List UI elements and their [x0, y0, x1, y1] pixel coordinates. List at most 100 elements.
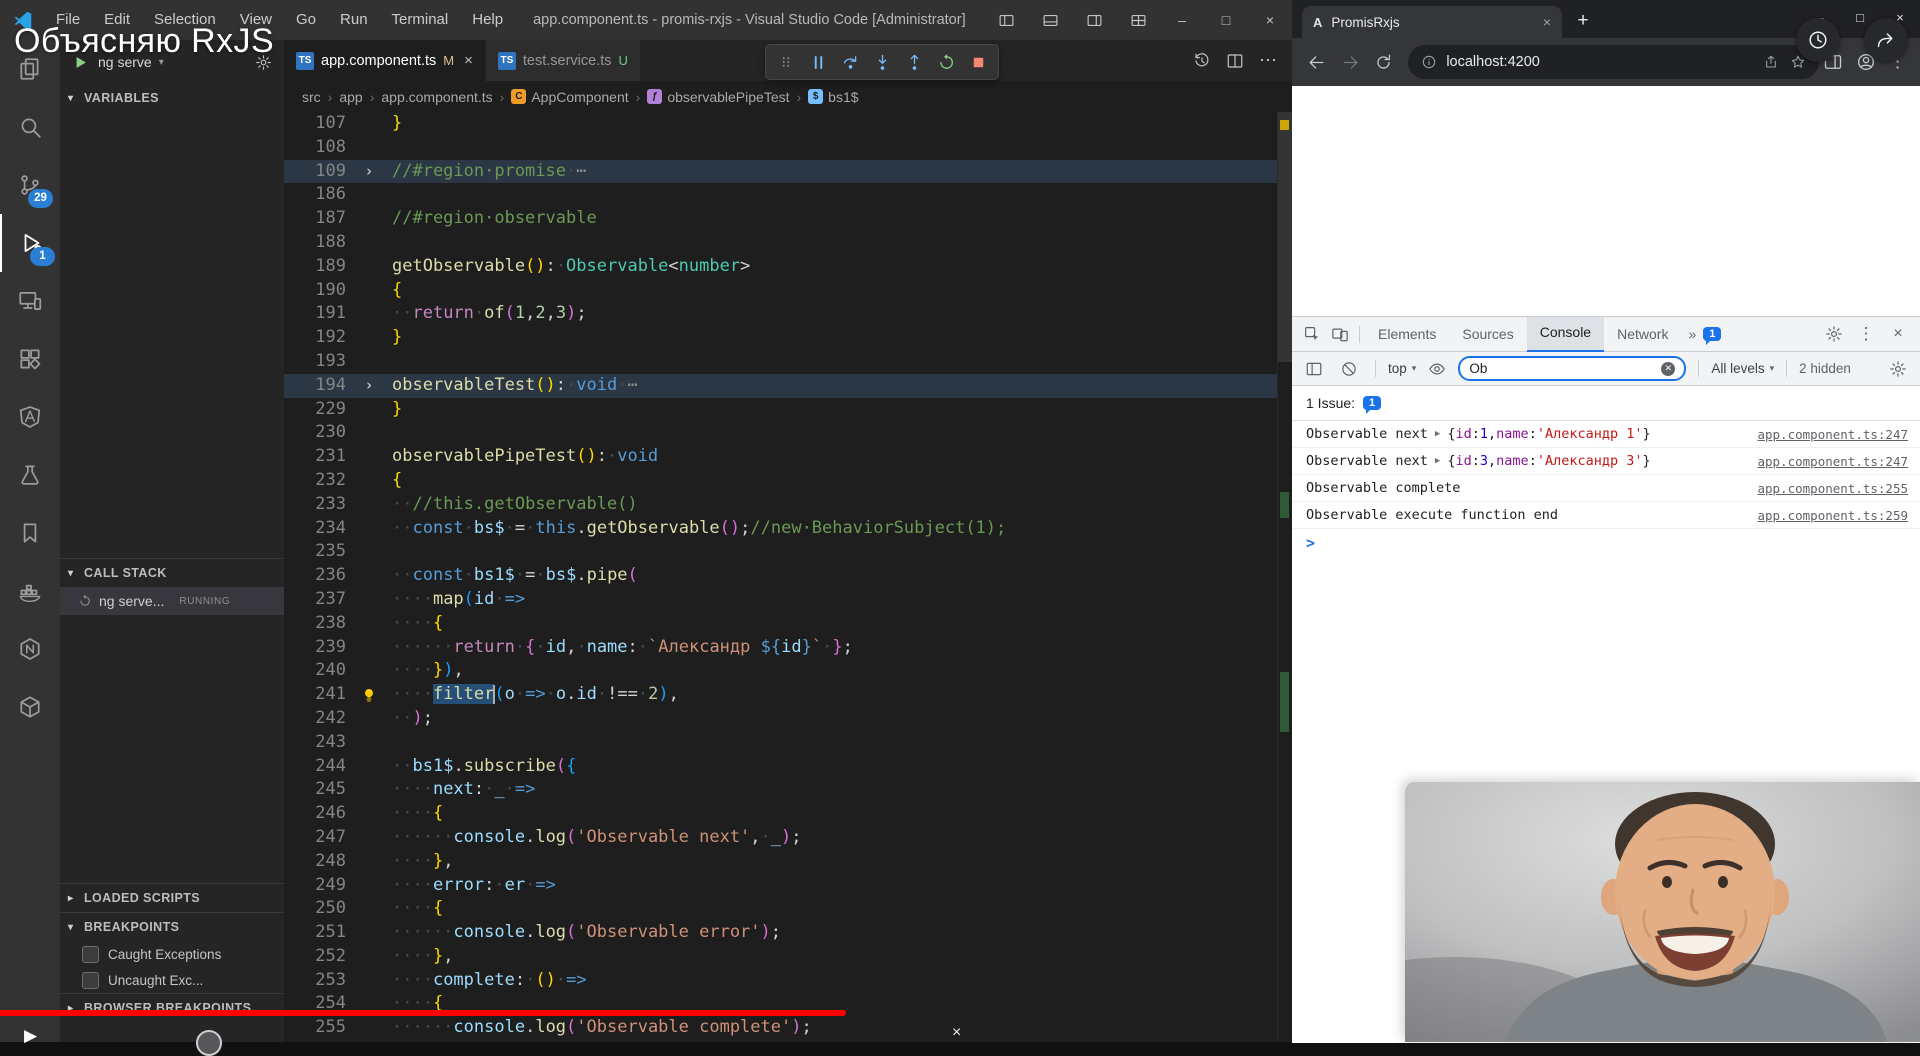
code-token[interactable]: bs1$ [412, 756, 453, 776]
code-token[interactable]: 3 [556, 303, 566, 323]
code-token[interactable]: . [525, 1017, 535, 1037]
code-token[interactable]: ···· [392, 875, 433, 895]
code-line-194[interactable]: 194 › observableTest():·void·⋯ [284, 373, 1278, 398]
code-token[interactable]: () [535, 970, 555, 990]
activity-testing[interactable] [0, 446, 60, 504]
code-line-107[interactable]: 107} [284, 112, 1278, 136]
code-token[interactable]: · [556, 256, 566, 276]
split-editor-icon[interactable] [1226, 52, 1244, 70]
new-tab-button[interactable]: + [1568, 6, 1598, 36]
code-text[interactable]: ······console.log('Observable complete')… [392, 1016, 1278, 1040]
code-token[interactable]: filter [432, 684, 495, 705]
editor-scrollbar[interactable] [1277, 112, 1292, 1042]
breadcrumb-item-app[interactable]: app [339, 89, 362, 105]
code-line-235[interactable]: 235 [284, 540, 1278, 564]
code-token[interactable]: · [515, 637, 525, 657]
code-token[interactable]: ( [566, 827, 576, 847]
code-token[interactable]: ; [740, 518, 750, 538]
checkbox[interactable] [82, 945, 99, 963]
code-text[interactable]: ····map(id·=> [392, 588, 1278, 612]
code-token[interactable]: of [484, 303, 504, 323]
code-token[interactable]: ⋯ [627, 375, 639, 395]
clear-filter-icon[interactable]: ✕ [1661, 361, 1676, 376]
section-browser-breakpoints[interactable]: ▸ BROWSER BREAKPOINTS [60, 993, 284, 1022]
code-token[interactable]: · [474, 303, 484, 323]
inspect-element-icon[interactable] [1298, 320, 1326, 348]
code-line-253[interactable]: 253 ····complete:·()·=> [284, 969, 1278, 993]
code-token[interactable]: · [525, 518, 535, 538]
code-text[interactable]: } [392, 398, 1278, 422]
code-token[interactable]: · [525, 970, 535, 990]
source-link[interactable]: app.component.ts:247 [1757, 427, 1908, 442]
code-token[interactable]: ) [761, 922, 771, 942]
code-text[interactable]: getObservable():·Observable<number> [392, 255, 1278, 279]
code-token[interactable]: id [474, 589, 494, 609]
console-message[interactable]: Observable next ▶ {id: 1, name: 'Александр… [1292, 421, 1920, 448]
code-token[interactable]: error [433, 875, 484, 895]
code-line-248[interactable]: 248 ····}, [284, 850, 1278, 874]
code-text[interactable] [392, 731, 1278, 755]
code-token[interactable]: void [617, 446, 658, 466]
more-tabs-icon[interactable]: » [1681, 326, 1703, 342]
code-token[interactable]: ; [843, 637, 853, 657]
code-token[interactable]: getObservable [587, 518, 720, 538]
code-token[interactable]: 'Observable complete' [576, 1017, 791, 1037]
share-overlay-button[interactable] [1864, 18, 1908, 62]
code-token[interactable]: void [576, 375, 617, 395]
code-token[interactable]: const [412, 518, 463, 538]
code-token[interactable]: ·· [392, 303, 412, 323]
code-token[interactable]: . [525, 827, 535, 847]
code-token[interactable]: · [515, 684, 525, 704]
code-token[interactable]: ······ [392, 827, 453, 847]
code-token[interactable]: . [453, 756, 463, 776]
section-breakpoints[interactable]: ▾ BREAKPOINTS [60, 912, 284, 941]
code-token[interactable]: · [505, 779, 515, 799]
code-token[interactable]: , [566, 637, 576, 657]
code-text[interactable] [392, 350, 1278, 374]
code-token[interactable]: ( [556, 756, 566, 776]
code-token[interactable]: , [546, 303, 556, 323]
section-call-stack[interactable]: ▾ CALL STACK [60, 558, 284, 587]
code-token[interactable]: () [535, 375, 555, 395]
code-token[interactable]: id [781, 637, 801, 657]
code-line-109[interactable]: 109 › //#region·promise·⋯ [284, 159, 1278, 184]
code-text[interactable]: { [392, 279, 1278, 303]
code-text[interactable] [392, 136, 1278, 160]
code-token[interactable]: ···· [392, 970, 433, 990]
more-actions-icon[interactable]: ⋯ [1259, 50, 1278, 71]
code-token[interactable]: , [443, 946, 453, 966]
code-token[interactable]: pipe [587, 565, 628, 585]
code-token[interactable]: ; [576, 303, 586, 323]
code-token[interactable]: log [535, 1017, 566, 1037]
code-token[interactable]: · [638, 684, 648, 704]
code-token[interactable]: · [484, 779, 494, 799]
code-token[interactable]: } [392, 113, 402, 133]
code-text[interactable] [392, 421, 1278, 445]
code-token[interactable]: ) [791, 1017, 801, 1037]
code-line-231[interactable]: 231 observablePipeTest():·void [284, 445, 1278, 469]
menu-help[interactable]: Help [460, 0, 515, 40]
code-text[interactable]: ······console.log('Observable next',·_); [392, 826, 1278, 850]
code-token[interactable]: ( [494, 684, 504, 704]
breadcrumb-item-AppComponent[interactable]: C AppComponent [511, 89, 629, 105]
code-text[interactable]: ······console.log('Observable error'); [392, 921, 1278, 945]
activity-search[interactable] [0, 98, 60, 156]
activity-run-and-debug[interactable]: 1 [0, 214, 62, 272]
code-token[interactable]: ···· [392, 803, 433, 823]
close-button[interactable]: × [1248, 0, 1292, 40]
code-token[interactable]: => [515, 779, 535, 799]
code-token[interactable]: · [617, 375, 627, 395]
code-token[interactable]: , [669, 684, 679, 704]
code-token[interactable]: ···· [392, 589, 433, 609]
back-icon[interactable] [1302, 47, 1331, 77]
code-token[interactable]: return [453, 637, 514, 657]
code-token[interactable]: : [546, 256, 556, 276]
code-token[interactable]: · [607, 446, 617, 466]
code-token[interactable]: = [525, 565, 535, 585]
code-token[interactable]: observableTest [392, 375, 535, 395]
code-token[interactable]: ; [801, 1017, 811, 1037]
code-token[interactable]: ; [791, 827, 801, 847]
code-token[interactable]: { [392, 470, 402, 490]
step-over-button[interactable] [835, 47, 865, 77]
code-token[interactable]: . [576, 565, 586, 585]
